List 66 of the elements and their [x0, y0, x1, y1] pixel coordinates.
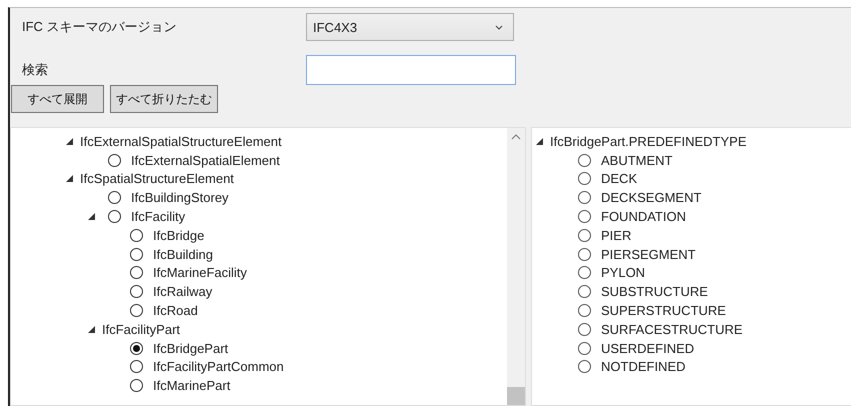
- scroll-up-icon[interactable]: [511, 134, 521, 140]
- option-label[interactable]: IfcBridge: [151, 228, 204, 243]
- scrollbar[interactable]: [507, 128, 525, 405]
- radio-button[interactable]: [578, 266, 591, 280]
- radio-button[interactable]: [108, 210, 121, 224]
- option-label[interactable]: IfcRailway: [151, 284, 212, 300]
- radio-button[interactable]: [578, 191, 591, 204]
- option-label[interactable]: SURFACESTRUCTURE: [599, 322, 743, 337]
- option-label[interactable]: IfcMarinePart: [151, 378, 230, 394]
- collapse-all-button[interactable]: すべて折りたたむ: [110, 85, 218, 113]
- radio-button[interactable]: [578, 228, 591, 242]
- option-label[interactable]: NOTDEFINED: [599, 359, 686, 374]
- schema-label: IFC スキーマのバージョン: [21, 18, 178, 36]
- radio-button[interactable]: [130, 228, 143, 242]
- radio-button[interactable]: [578, 248, 591, 261]
- tree-node-label[interactable]: IfcBridgePart.PREDEFINEDTYPE: [548, 134, 746, 149]
- schema-dropdown[interactable]: IFC4X3: [306, 13, 514, 41]
- radio-button[interactable]: [578, 322, 591, 336]
- dropdown-value: IFC4X3: [313, 20, 358, 34]
- tree-node-label[interactable]: IfcExternalSpatialStructureElement: [78, 134, 282, 149]
- option-label[interactable]: IfcBridgePart: [151, 340, 228, 356]
- radio-button[interactable]: [130, 342, 143, 355]
- radio-button[interactable]: [130, 360, 143, 374]
- radio-button[interactable]: [578, 304, 591, 318]
- radio-button[interactable]: [578, 342, 591, 355]
- radio-button[interactable]: [578, 285, 591, 298]
- radio-button[interactable]: [108, 191, 121, 204]
- search-field[interactable]: [306, 55, 516, 85]
- expand-all-button[interactable]: すべて展開: [11, 85, 104, 113]
- option-label[interactable]: IfcBuildingStorey: [129, 190, 229, 206]
- option-label[interactable]: PIERSEGMENT: [599, 246, 696, 262]
- tree-node-label[interactable]: IfcFacilityPart: [100, 322, 180, 337]
- option-label[interactable]: IfcExternalSpatialElement: [129, 152, 280, 168]
- option-label[interactable]: IfcRoad: [151, 303, 198, 318]
- expanded-toggle-icon[interactable]: [88, 213, 95, 220]
- scroll-thumb[interactable]: [507, 387, 525, 405]
- option-label[interactable]: IfcFacilityPartCommon: [151, 359, 284, 374]
- option-label[interactable]: DECK: [599, 171, 638, 186]
- radio-button[interactable]: [130, 379, 143, 392]
- radio-button[interactable]: [130, 304, 143, 318]
- radio-button[interactable]: [578, 210, 591, 224]
- option-label[interactable]: IfcMarineFacility: [151, 265, 247, 280]
- option-label[interactable]: IfcBuilding: [151, 246, 213, 262]
- option-label[interactable]: IfcFacility: [129, 209, 186, 224]
- radio-button[interactable]: [578, 172, 591, 186]
- radio-button[interactable]: [130, 266, 143, 280]
- radio-button[interactable]: [578, 154, 591, 167]
- expanded-toggle-icon[interactable]: [88, 326, 95, 333]
- search-label: 検索: [21, 61, 49, 79]
- option-label[interactable]: PYLON: [599, 265, 646, 280]
- radio-button[interactable]: [130, 248, 143, 261]
- option-label[interactable]: SUPERSTRUCTURE: [599, 303, 726, 318]
- expanded-toggle-icon[interactable]: [66, 175, 73, 182]
- expanded-toggle-icon[interactable]: [536, 138, 543, 145]
- radio-button[interactable]: [578, 360, 591, 374]
- expanded-toggle-icon[interactable]: [66, 138, 73, 145]
- option-label[interactable]: DECKSEGMENT: [599, 190, 702, 206]
- option-label[interactable]: FOUNDATION: [599, 209, 686, 224]
- option-label[interactable]: USERDEFINED: [599, 340, 694, 356]
- radio-button[interactable]: [130, 285, 143, 298]
- caret-icon: [495, 24, 503, 30]
- radio-button[interactable]: [108, 154, 121, 167]
- option-label[interactable]: PIER: [599, 228, 632, 243]
- tree-node-label[interactable]: IfcSpatialStructureElement: [78, 171, 234, 186]
- option-label[interactable]: ABUTMENT: [599, 152, 672, 168]
- option-label[interactable]: SUBSTRUCTURE: [599, 284, 708, 300]
